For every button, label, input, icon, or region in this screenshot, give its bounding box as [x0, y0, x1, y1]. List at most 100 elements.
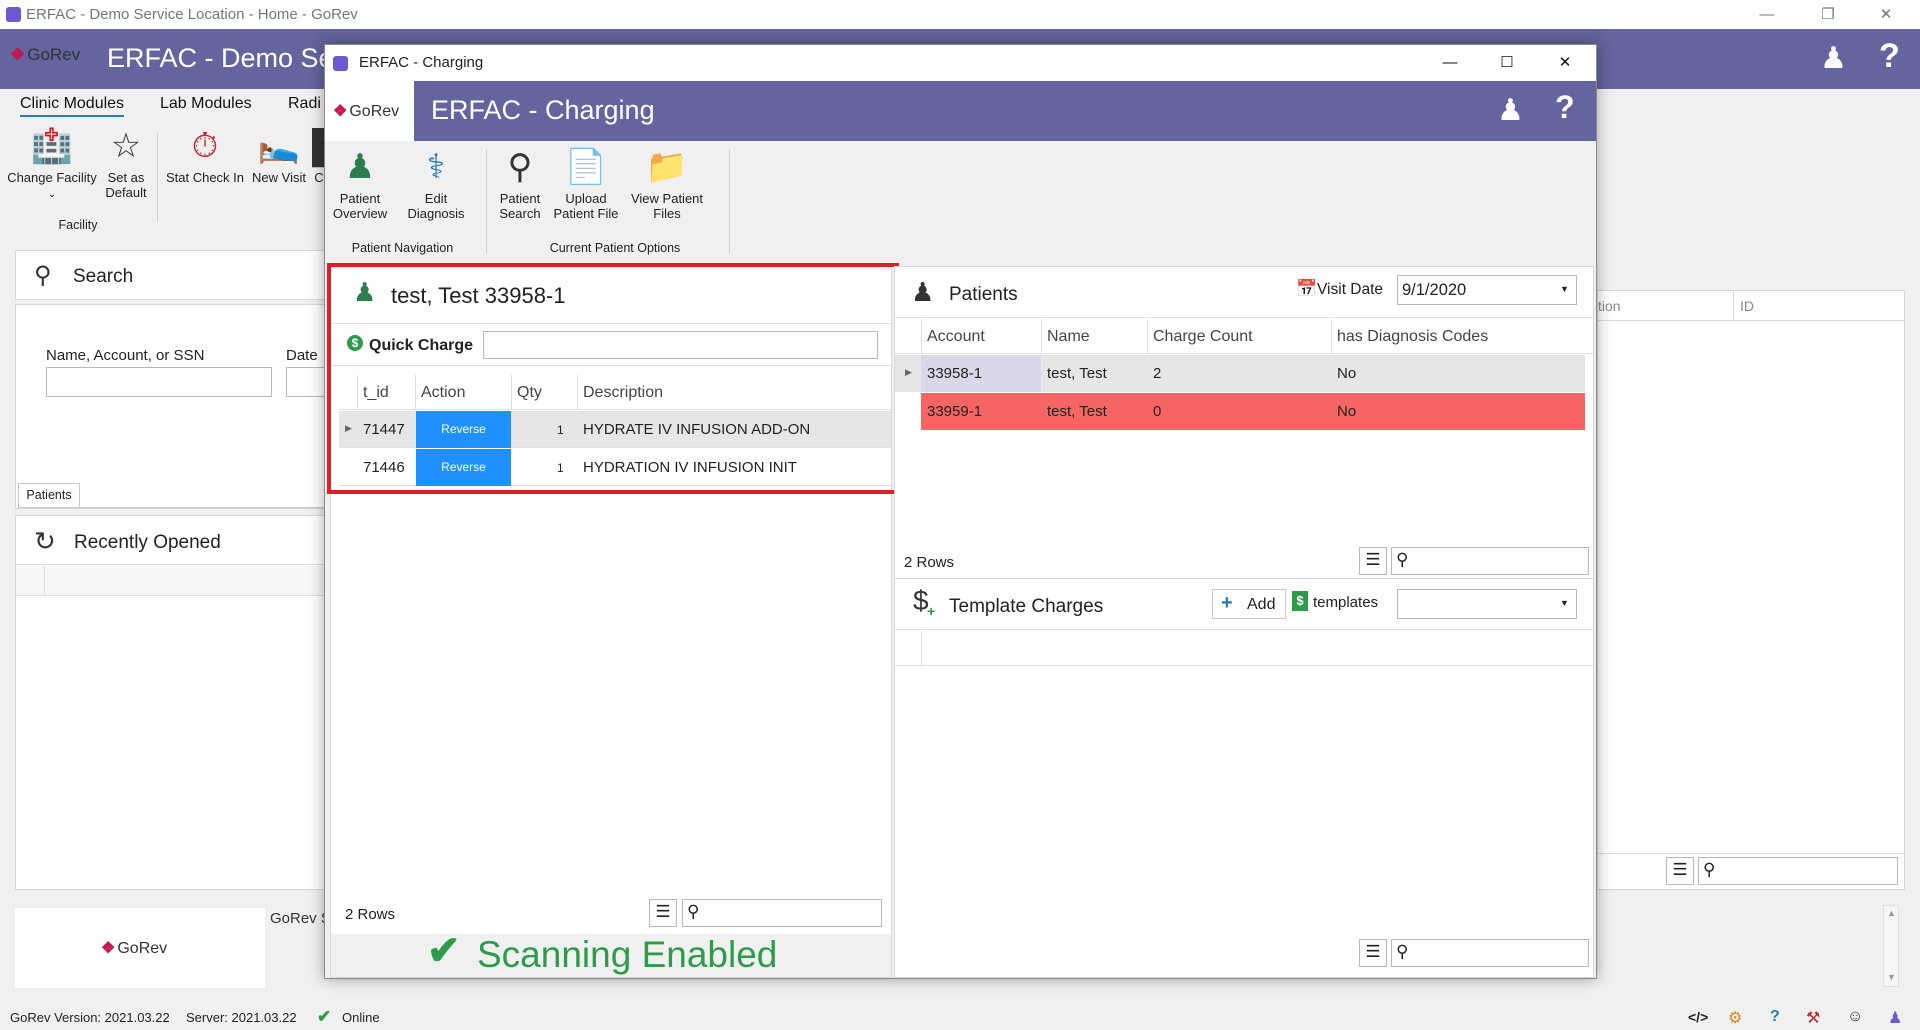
right-grid-menu-button[interactable]: ☰	[1666, 857, 1694, 885]
header-account[interactable]: Account	[927, 328, 985, 346]
right-grid-search-input[interactable]: ⚲	[1698, 857, 1898, 885]
app-icon	[333, 56, 348, 71]
status-bar: GoRev Version: 2021.03.22 Server: 2021.0…	[0, 1004, 1920, 1030]
ribbon-separator	[729, 149, 730, 253]
patients-icon: ♟	[911, 277, 935, 307]
search-icon: ⚲	[1396, 550, 1409, 569]
dialog-logo-box: ❖ GoRev	[325, 81, 414, 141]
dropdown-arrow-icon[interactable]: ▼	[1560, 598, 1569, 608]
settings-icon[interactable]: ⚙	[1728, 1008, 1742, 1028]
ribbon-separator	[486, 149, 487, 253]
upload-patient-file-button[interactable]: 📄 Upload Patient File	[547, 149, 625, 221]
dropdown-arrow-icon[interactable]: ▼	[1560, 284, 1569, 294]
name-account-ssn-input[interactable]	[46, 367, 272, 397]
search-icon: ⚲	[507, 148, 533, 186]
server-label: Server: 2021.03.22	[186, 1010, 297, 1025]
facility-group-label: Facility	[58, 218, 98, 232]
cell-charge-count: 2	[1153, 365, 1162, 382]
vertical-scrollbar[interactable]: ▲ ▼	[1883, 905, 1899, 987]
charges-grid-menu-button[interactable]: ☰	[649, 899, 677, 927]
template-charges-title: Template Charges	[949, 596, 1104, 617]
users-icon[interactable]: ♟	[1820, 41, 1847, 76]
calendar-icon: 📅	[1296, 279, 1318, 298]
search-icon: ⚲	[34, 262, 52, 289]
table-row[interactable]: 33959-1 test, Test 0 No	[921, 393, 1585, 430]
diagnosis-icon: ⚕	[426, 148, 446, 186]
tools-icon[interactable]: ⚒	[1806, 1008, 1820, 1028]
visit-date-label: Visit Date	[1317, 281, 1384, 298]
ribbon-tabs: Clinic Modules Lab Modules Radi	[0, 89, 330, 119]
header-has-diagnosis-codes[interactable]: has Diagnosis Codes	[1337, 328, 1488, 346]
patient-search-button[interactable]: ⚲ Patient Search	[492, 149, 548, 221]
cell-name: test, Test	[1047, 365, 1107, 382]
patient-overview-button[interactable]: ♟ Patient Overview	[330, 149, 390, 221]
name-account-ssn-label: Name, Account, or SSN	[46, 347, 205, 364]
help-icon[interactable]: ?	[1555, 89, 1575, 126]
check-icon: ✔	[317, 1007, 332, 1026]
main-banner-title: ERFAC - Demo Ser	[107, 43, 343, 73]
set-as-default-button[interactable]: ☆ Set as Default	[100, 128, 152, 200]
user-icon[interactable]: ♟	[1888, 1008, 1902, 1028]
template-grid-menu-button[interactable]: ☰	[1359, 939, 1387, 967]
cell-name: test, Test	[1047, 403, 1107, 420]
header-name[interactable]: Name	[1047, 328, 1090, 346]
patients-tab-strip	[80, 483, 340, 508]
minimize-icon[interactable]: —	[1752, 4, 1782, 26]
tab-lab-modules[interactable]: Lab Modules	[160, 95, 252, 113]
template-grid-search-input[interactable]: ⚲	[1391, 939, 1589, 967]
visit-date-picker[interactable]: 9/1/2020 ▼	[1397, 275, 1577, 305]
charges-panel: ♟ test, Test 33958-1 $ Quick Charge t_id…	[327, 263, 899, 978]
dialog-banner-title: ERFAC - Charging	[431, 95, 655, 125]
new-visit-button[interactable]: 🛌 New Visit	[249, 128, 309, 185]
search-icon: ⚲	[1396, 942, 1409, 961]
history-icon: ↻	[34, 526, 56, 556]
scanning-status-bar: ✔ Scanning Enabled	[331, 929, 891, 977]
code-icon[interactable]: </>	[1688, 1009, 1708, 1025]
maximize-icon[interactable]: ☐	[1492, 52, 1522, 74]
recently-opened-grid-header	[16, 566, 326, 596]
patients-grid-search-input[interactable]: ⚲	[1391, 547, 1589, 575]
version-label: GoRev Version: 2021.03.22	[10, 1010, 170, 1025]
table-row[interactable]: ▶ 33958-1 test, Test 2 No	[895, 355, 1585, 392]
stopwatch-icon: ⏱	[191, 127, 219, 165]
plus-icon: +	[1221, 592, 1233, 614]
help-icon[interactable]: ?	[1879, 37, 1900, 76]
close-icon[interactable]: ✕	[1871, 4, 1901, 26]
restore-icon[interactable]: ❐	[1813, 4, 1843, 26]
patients-grid-menu-button[interactable]: ☰	[1359, 547, 1387, 575]
search-icon: ⚲	[1703, 860, 1716, 879]
cell-account: 33959-1	[927, 403, 983, 420]
right-grid-header: tion ID	[1598, 291, 1904, 321]
star-icon: ☆	[110, 127, 142, 165]
current-patient-options-group-label: Current Patient Options	[549, 241, 681, 255]
template-icon: $	[1292, 591, 1308, 611]
ribbon-separator	[157, 132, 158, 222]
bed-icon: 🛌	[257, 127, 301, 165]
header-charge-count[interactable]: Charge Count	[1153, 328, 1253, 346]
recently-opened-title: Recently Opened	[74, 532, 221, 553]
minimize-icon[interactable]: —	[1435, 52, 1465, 74]
charges-grid-search-input[interactable]: ⚲	[682, 899, 882, 927]
right-background-panel: tion ID ☰ ⚲	[1597, 290, 1905, 890]
footer-logo: ❖ GoRev	[101, 940, 168, 957]
tab-patients[interactable]: Patients	[18, 483, 80, 508]
check-icon: ✔	[427, 929, 461, 973]
tab-clinic-modules[interactable]: Clinic Modules	[20, 95, 125, 117]
tab-radiology[interactable]: Radi	[288, 95, 321, 113]
search-title: Search	[73, 266, 134, 287]
row-indicator-icon: ▶	[905, 367, 912, 377]
add-button[interactable]: + Add	[1212, 589, 1286, 619]
patients-row-count: 2 Rows	[904, 554, 955, 571]
users-icon[interactable]: ♟	[1497, 93, 1524, 128]
help-icon[interactable]: ?	[1770, 1008, 1780, 1026]
stat-check-in-button[interactable]: ⏱ Stat Check In	[163, 128, 247, 185]
edit-diagnosis-button[interactable]: ⚕ Edit Diagnosis	[395, 149, 477, 221]
templates-dropdown[interactable]: ▼	[1397, 589, 1577, 619]
dialog-title: ERFAC - Charging	[359, 54, 484, 71]
hospital-icon: 🏥	[30, 127, 74, 165]
view-patient-files-button[interactable]: 📁 View Patient Files	[623, 149, 711, 221]
change-facility-button[interactable]: 🏥 Change Facility ⌄	[6, 128, 98, 202]
charging-dialog: ERFAC - Charging — ☐ ✕ ❖ GoRev ERFAC - Ch…	[324, 44, 1597, 979]
close-icon[interactable]: ✕	[1550, 52, 1580, 74]
support-icon[interactable]: ☺	[1847, 1008, 1863, 1026]
